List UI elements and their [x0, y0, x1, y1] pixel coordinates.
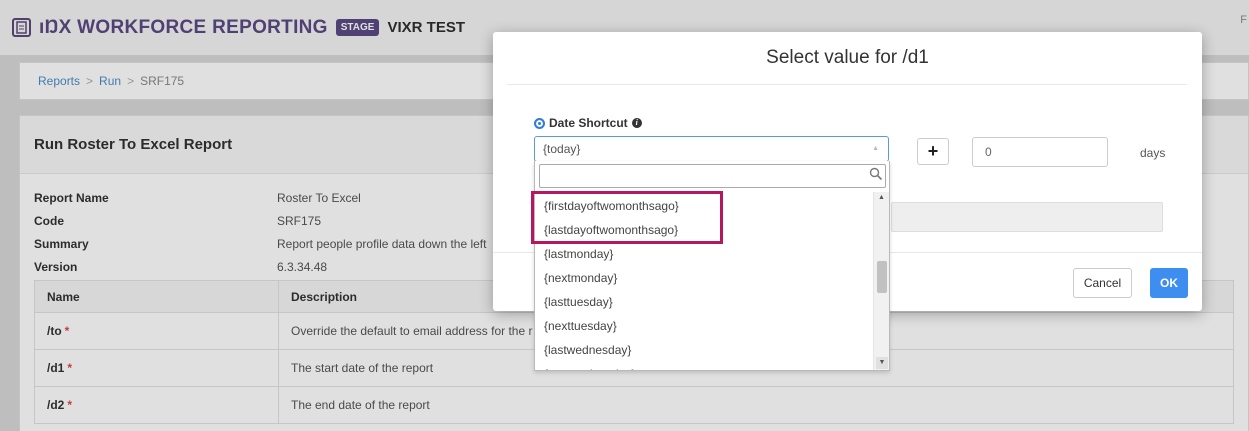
days-label: days: [1140, 146, 1166, 160]
add-offset-button[interactable]: +: [917, 138, 949, 165]
shortcut-dropdown: {firstdayoftwomonthsago} {lastdayoftwomo…: [534, 161, 890, 371]
dropdown-scrollbar[interactable]: ▲ ▼: [873, 192, 889, 370]
dropdown-option[interactable]: {lastmonday}: [535, 242, 873, 266]
date-preview-field: [891, 202, 1163, 232]
ok-button[interactable]: OK: [1150, 268, 1188, 298]
modal-title: Select value for /d1: [766, 47, 929, 68]
scroll-down-icon[interactable]: ▼: [876, 357, 888, 369]
cancel-button[interactable]: Cancel: [1073, 268, 1132, 298]
dropdown-search-input[interactable]: [539, 164, 886, 188]
dropdown-option[interactable]: {lastwednesday}: [535, 338, 873, 362]
chevron-up-icon: ▲: [872, 145, 879, 152]
dropdown-option[interactable]: {nextwednesday}: [535, 362, 873, 370]
divider: [507, 84, 1187, 85]
scrollbar-thumb[interactable]: [877, 261, 887, 293]
dropdown-option[interactable]: {lasttuesday}: [535, 290, 873, 314]
info-icon[interactable]: i: [631, 118, 642, 128]
radio-selected-icon[interactable]: [534, 117, 545, 129]
radio-label: Date Shortcut: [549, 116, 628, 130]
dropdown-option[interactable]: {lastdayoftwomonthsago}: [535, 218, 873, 242]
dropdown-option[interactable]: {nextmonday}: [535, 266, 873, 290]
dropdown-option[interactable]: {nexttuesday}: [535, 314, 873, 338]
date-shortcut-select[interactable]: {today} ▲: [534, 136, 889, 162]
date-shortcut-option[interactable]: Date Shortcut i: [534, 116, 642, 130]
select-value: {today}: [543, 142, 581, 156]
dropdown-option[interactable]: {firstdayoftwomonthsago}: [535, 194, 873, 218]
dropdown-options: {firstdayoftwomonthsago} {lastdayoftwomo…: [535, 194, 873, 370]
search-icon: [869, 167, 883, 181]
days-input[interactable]: [972, 137, 1108, 167]
scroll-up-icon[interactable]: ▲: [878, 194, 885, 201]
